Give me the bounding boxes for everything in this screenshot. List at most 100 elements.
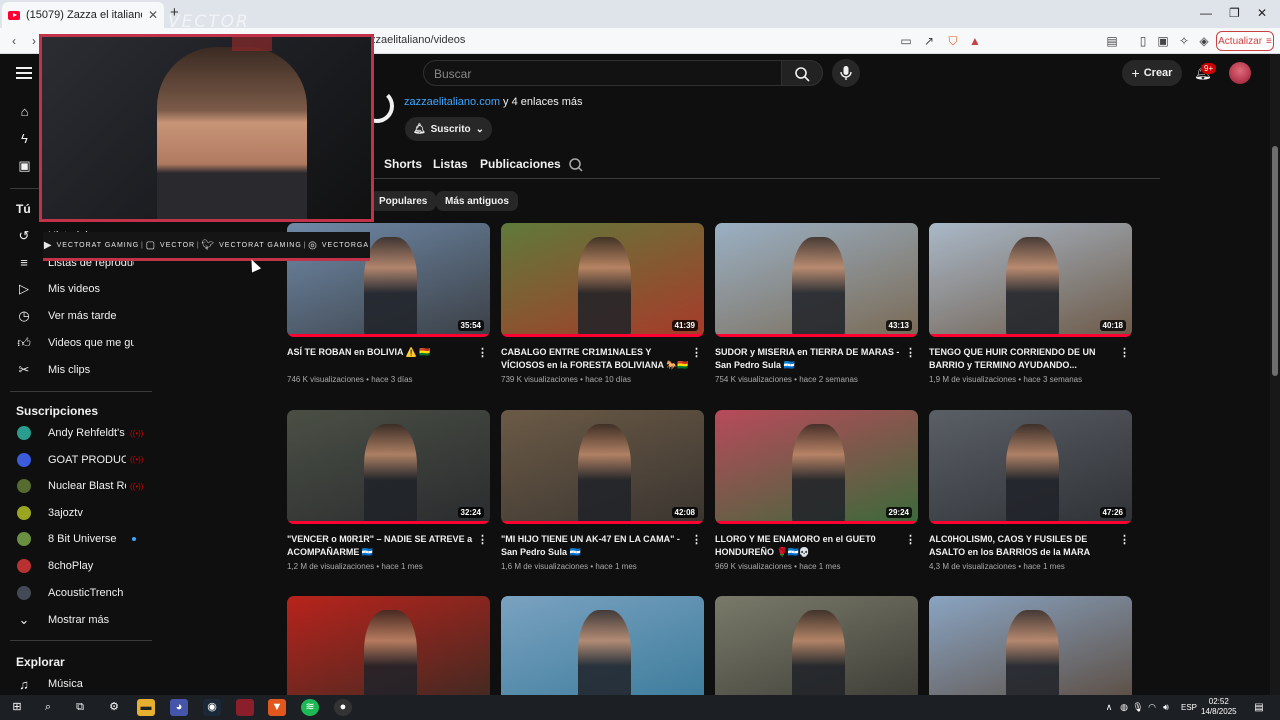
video-card[interactable] (501, 596, 704, 695)
notification-center-icon[interactable]: ▤ (1250, 699, 1268, 716)
video-thumbnail[interactable] (929, 596, 1132, 695)
video-title[interactable]: "VENCER o M0R1R" – NADIE SE ATREVE a ACO… (287, 533, 477, 560)
back-icon[interactable]: ‹ (6, 33, 22, 49)
create-button[interactable]: + Crear (1122, 60, 1182, 86)
subscription-item[interactable]: Andy Rehfeldt's ... ((•)) (0, 420, 150, 446)
home-icon[interactable]: ⌂ (17, 104, 32, 119)
video-thumbnail[interactable]: 41:39 (501, 223, 704, 337)
video-thumbnail[interactable]: 47:26 (929, 410, 1132, 524)
brave-shield-icon[interactable]: ⛉ (945, 33, 961, 49)
video-thumbnail[interactable]: 42:08 (501, 410, 704, 524)
video-thumbnail[interactable]: 40:18 (929, 223, 1132, 337)
video-title[interactable]: LLORO Y ME ENAMORO en el GUET0 HONDUREÑO… (715, 533, 905, 560)
file-explorer-icon[interactable]: ▬ (137, 699, 155, 716)
show-more-button[interactable]: ⌄ Mostrar más (0, 607, 150, 633)
minimize-icon[interactable]: — (1200, 6, 1212, 20)
channel-search-icon[interactable] (568, 157, 584, 173)
account-avatar[interactable] (1229, 62, 1251, 84)
close-tab-icon[interactable]: ✕ (148, 8, 158, 22)
video-card[interactable]: 47:26 ALC0HOLISM0, CAOS Y FUSILES DE ASAL… (929, 410, 1132, 571)
settings-app-icon[interactable]: ⚙ (105, 699, 123, 716)
task-view-icon[interactable]: ⧉ (71, 699, 89, 716)
video-card[interactable] (715, 596, 918, 695)
video-card[interactable]: 32:24 "VENCER o M0R1R" – NADIE SE ATREVE … (287, 410, 490, 571)
brave-browser-icon[interactable]: ▼ (268, 699, 286, 716)
search-button[interactable] (781, 60, 823, 86)
clock[interactable]: 02:52 14/8/2025 (1201, 697, 1237, 717)
subscriptions-icon[interactable]: ▣ (17, 158, 32, 173)
browser-tab[interactable]: (15079) Zazza el italiano - YouTube ✕ (2, 2, 164, 28)
video-thumbnail[interactable]: 29:24 (715, 410, 918, 524)
update-button[interactable]: Actualizar ≡ (1216, 31, 1274, 51)
more-options-icon[interactable]: ⋮ (905, 346, 916, 359)
subscription-item[interactable]: 3ajoztv (0, 500, 150, 526)
tab-posts[interactable]: Publicaciones (480, 157, 561, 171)
subscription-item[interactable]: 8 Bit Universe (0, 526, 150, 552)
video-thumbnail[interactable] (715, 596, 918, 695)
volume-icon[interactable]: 🔊︎ (1157, 699, 1175, 716)
reader-icon[interactable]: ▤ (1104, 33, 1120, 49)
voice-search-button[interactable] (832, 59, 860, 87)
discord-icon[interactable]: ◕ (170, 699, 188, 716)
chip-popular[interactable]: Populares (370, 191, 437, 211)
video-title[interactable]: CABALGO ENTRE CR1M1NALES Y VÍCIOSOS en l… (501, 346, 691, 373)
subscription-item[interactable]: GOAT PRODUCCI... ((•)) (0, 447, 150, 473)
more-options-icon[interactable]: ⋮ (1119, 533, 1130, 546)
shorts-icon[interactable]: ϟ (17, 131, 32, 146)
subscription-item[interactable]: 8choPlay (0, 553, 150, 579)
video-card[interactable]: 29:24 LLORO Y ME ENAMORO en el GUET0 HOND… (715, 410, 918, 571)
tab-shorts[interactable]: Shorts (384, 157, 422, 171)
share-icon[interactable]: ↗ (921, 33, 937, 49)
spotify-icon[interactable]: ≋ (301, 699, 319, 716)
more-options-icon[interactable]: ⋮ (1119, 346, 1130, 359)
channel-website-link[interactable]: zazzaelitaliano.com (404, 96, 500, 108)
video-title[interactable]: ALC0HOLISM0, CAOS Y FUSILES DE ASALTO en… (929, 533, 1119, 560)
video-card[interactable] (287, 596, 490, 695)
subscription-item[interactable]: AcousticTrench (0, 580, 150, 606)
subscription-item[interactable]: Nuclear Blast Re... ((•)) (0, 473, 150, 499)
restore-icon[interactable]: ❐ (1229, 6, 1240, 20)
search-input[interactable]: Buscar (423, 60, 783, 86)
sidebar-toggle-icon[interactable]: ▯ (1135, 33, 1151, 49)
video-thumbnail[interactable]: 43:13 (715, 223, 918, 337)
video-card[interactable]: 40:18 TENGO QUE HUIR CORRIENDO DE UN BARR… (929, 223, 1132, 384)
video-thumbnail[interactable] (287, 596, 490, 695)
language-indicator[interactable]: ESP (1181, 703, 1197, 712)
video-card[interactable]: 43:13 SUDOR y MISERIA en TIERRA DE MARAS … (715, 223, 918, 384)
page-scrollbar[interactable] (1270, 54, 1280, 695)
scrollbar-thumb[interactable] (1272, 146, 1278, 376)
video-title[interactable]: TENGO QUE HUIR CORRIENDO DE UN BARRIO y … (929, 346, 1119, 373)
sidebar-item-you[interactable]: ◷ Ver más tarde (0, 303, 150, 329)
more-options-icon[interactable]: ⋮ (477, 533, 488, 546)
obs-app-icon[interactable] (236, 699, 254, 716)
you-heading[interactable]: Tú (16, 202, 31, 216)
window-close-icon[interactable]: ✕ (1257, 6, 1267, 20)
address-bar[interactable]: zzaelitaliano/videos (370, 34, 465, 46)
sidebar-item-you[interactable]: ✂ Mis clips (0, 357, 150, 383)
sidebar-item-you[interactable]: ▷ Mis videos (0, 276, 150, 302)
video-card[interactable]: 41:39 CABALGO ENTRE CR1M1NALES Y VÍCIOSOS… (501, 223, 704, 384)
video-card[interactable]: 42:08 "MI HIJO TIENE UN AK-47 EN LA CAMA"… (501, 410, 704, 571)
more-options-icon[interactable]: ⋮ (691, 533, 702, 546)
recording-app-icon[interactable]: ● (334, 699, 352, 716)
more-options-icon[interactable]: ⋮ (477, 346, 488, 359)
video-card[interactable] (929, 596, 1132, 695)
video-title[interactable]: ASÍ TE ROBAN en BOLIVIA ⚠️ 🇧🇴 (287, 346, 477, 373)
steam-icon[interactable]: ◉ (203, 699, 221, 716)
wallet-icon[interactable]: ▣ (1155, 33, 1171, 49)
tab-playlists[interactable]: Listas (433, 157, 468, 171)
more-options-icon[interactable]: ⋮ (691, 346, 702, 359)
taskbar-search-icon[interactable]: ⌕ (39, 699, 57, 716)
hamburger-menu-icon[interactable] (16, 67, 32, 79)
more-links-link[interactable]: y 4 enlaces más (500, 96, 583, 108)
sidebar-item-music[interactable]: ♫ Música (0, 671, 150, 695)
brave-rewards-icon[interactable]: ▲ (967, 33, 983, 49)
video-title[interactable]: "MI HIJO TIENE UN AK-47 EN LA CAMA" - Sa… (501, 533, 691, 560)
chip-oldest[interactable]: Más antiguos (436, 191, 518, 211)
vpn-icon[interactable]: ◈ (1196, 33, 1212, 49)
cast-icon[interactable]: ▭ (898, 33, 914, 49)
video-title[interactable]: SUDOR y MISERIA en TIERRA DE MARAS - San… (715, 346, 905, 373)
sidebar-item-you[interactable]: 👍︎ Videos que me gus... (0, 330, 150, 356)
video-thumbnail[interactable] (501, 596, 704, 695)
more-options-icon[interactable]: ⋮ (905, 533, 916, 546)
